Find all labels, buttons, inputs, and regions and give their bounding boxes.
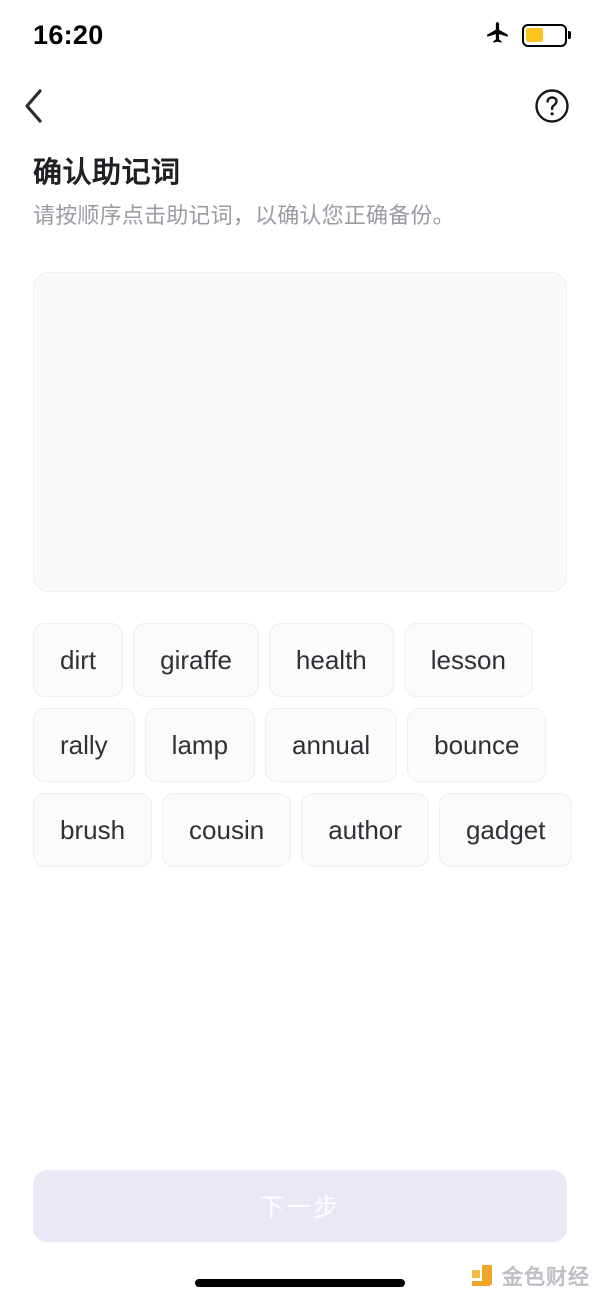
question-mark-circle-icon	[535, 89, 569, 123]
help-button[interactable]	[532, 86, 572, 126]
word-chip[interactable]: gadget	[438, 793, 573, 867]
battery-icon	[522, 23, 567, 47]
word-chip[interactable]: author	[301, 793, 429, 867]
word-chip[interactable]: rally	[33, 708, 135, 782]
page-subtitle: 请按顺序点击助记词，以确认您正确备份。	[33, 202, 455, 228]
word-chip-pool: dirt giraffe health lesson rally lamp annual bo…	[33, 623, 573, 867]
status-bar-indicators	[485, 20, 567, 51]
word-chip[interactable]: lamp	[144, 708, 256, 782]
jinse-logo-icon	[472, 1265, 496, 1287]
back-button[interactable]	[22, 84, 62, 128]
word-chip[interactable]: cousin	[162, 793, 292, 867]
watermark: 金色财经	[472, 1261, 590, 1291]
airplane-mode-icon	[485, 20, 511, 51]
selected-words-panel[interactable]	[33, 272, 567, 592]
word-chip[interactable]: health	[268, 623, 394, 697]
word-chip[interactable]: brush	[33, 793, 153, 867]
word-chip[interactable]: bounce	[407, 708, 547, 782]
status-bar: 16:20	[0, 0, 600, 70]
home-indicator	[195, 1279, 405, 1287]
chevron-left-icon	[25, 89, 42, 123]
watermark-label: 金色财经	[502, 1266, 590, 1289]
heading-block: 确认助记词 请按顺序点击助记词，以确认您正确备份。	[33, 155, 573, 230]
page-title: 确认助记词	[33, 157, 181, 189]
word-chip[interactable]: annual	[265, 708, 398, 782]
word-chip[interactable]: dirt	[33, 623, 124, 697]
status-bar-time: 16:20	[33, 19, 104, 50]
word-chip[interactable]: giraffe	[133, 623, 259, 697]
next-step-button[interactable]: 下一步	[33, 1170, 567, 1242]
navigation-bar	[0, 80, 600, 132]
word-chip[interactable]: lesson	[403, 623, 533, 697]
